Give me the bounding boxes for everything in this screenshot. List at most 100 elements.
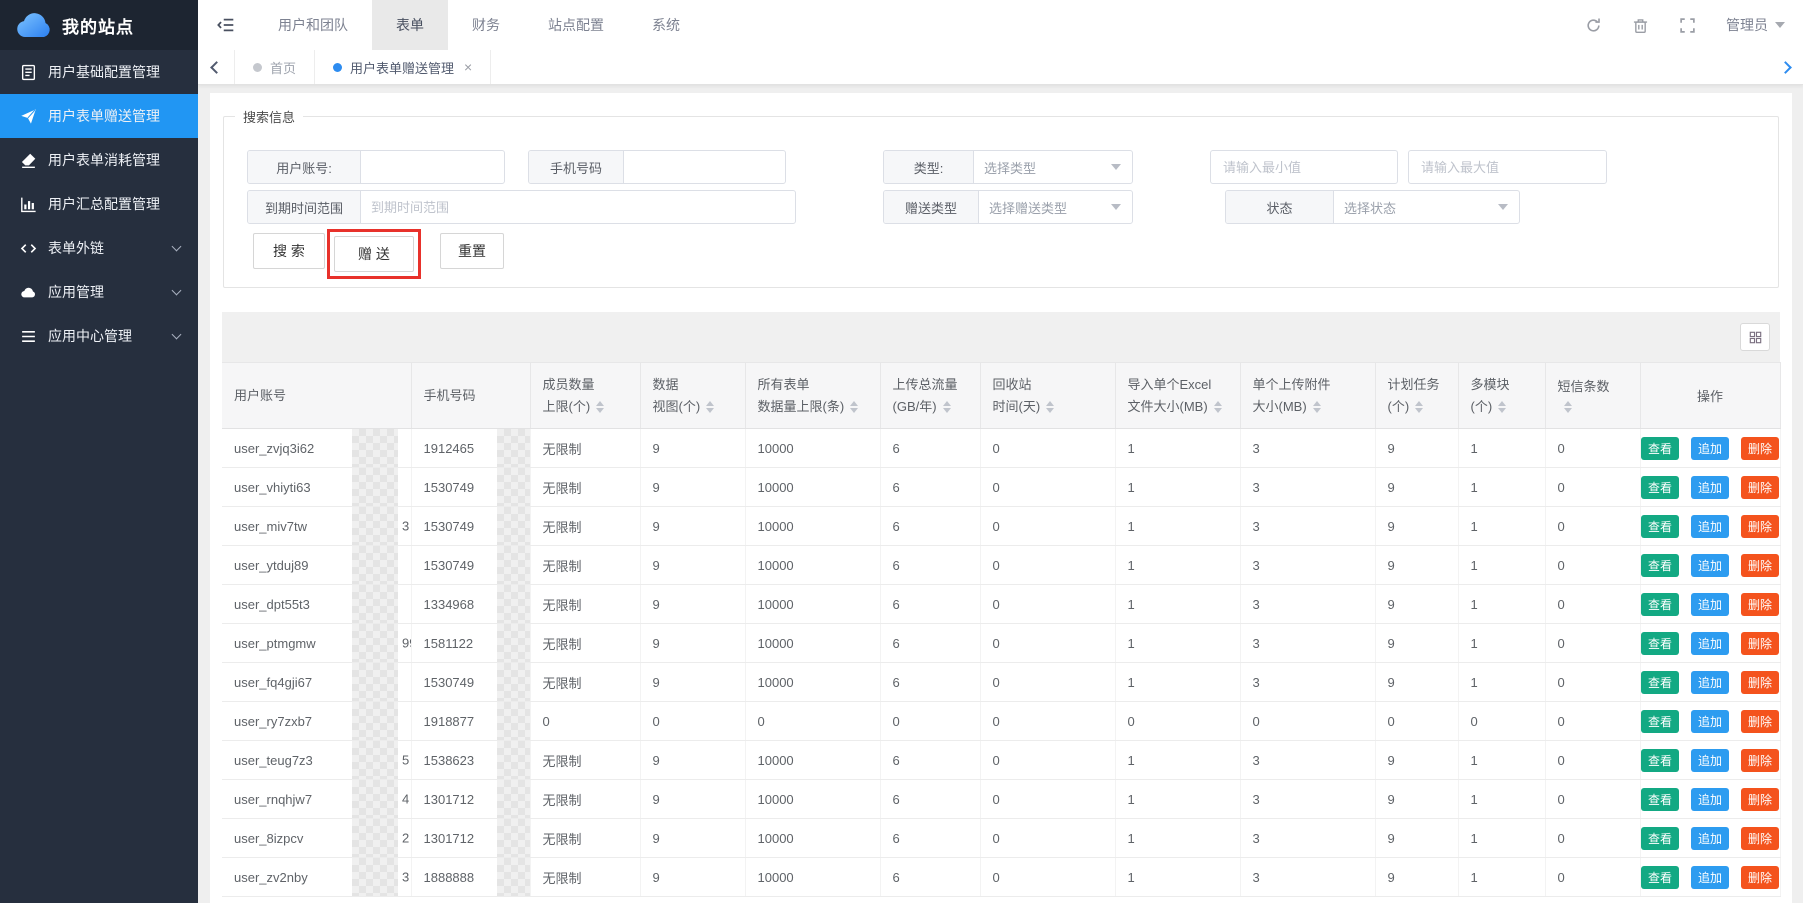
tab-1[interactable]: 用户表单赠送管理× [315,50,491,84]
view-button[interactable]: 查看 [1641,788,1679,811]
append-button[interactable]: 追加 [1691,827,1729,850]
view-button[interactable]: 查看 [1641,593,1679,616]
delete-button[interactable]: 删除 [1741,593,1779,616]
cell-value-7: 9 [1375,663,1458,702]
sidebar-item-3[interactable]: 用户汇总配置管理 [0,182,198,226]
delete-button[interactable]: 删除 [1741,554,1779,577]
delete-button[interactable]: 删除 [1741,866,1779,889]
gift-button[interactable]: 赠 送 [334,236,414,272]
append-button[interactable]: 追加 [1691,437,1729,460]
sort-icon[interactable] [1415,401,1423,413]
account-input[interactable] [361,151,504,183]
trash-icon[interactable] [1632,17,1649,34]
delete-button[interactable]: 删除 [1741,671,1779,694]
sidebar-item-0[interactable]: 用户基础配置管理 [0,50,198,94]
close-icon[interactable]: × [464,59,472,75]
sort-icon[interactable] [706,401,714,413]
column-header-5[interactable]: 上传总流量(GB/年) [880,363,980,429]
view-button[interactable]: 查看 [1641,554,1679,577]
delete-button[interactable]: 删除 [1741,710,1779,733]
append-button[interactable]: 追加 [1691,554,1729,577]
column-header-6[interactable]: 回收站时间(天) [980,363,1115,429]
append-button[interactable]: 追加 [1691,476,1729,499]
column-header-8[interactable]: 单个上传附件大小(MB) [1240,363,1375,429]
view-button[interactable]: 查看 [1641,710,1679,733]
cell-account: user_teug7z35 [222,741,411,780]
type-select[interactable]: 选择类型 [974,151,1111,183]
column-header-9[interactable]: 计划任务(个) [1375,363,1458,429]
view-button[interactable]: 查看 [1641,671,1679,694]
cell-value-9: 0 [1545,819,1640,858]
sort-icon[interactable] [943,401,951,413]
cell-value-6: 3 [1240,546,1375,585]
sidebar-item-1[interactable]: 用户表单赠送管理 [0,94,198,138]
delete-button[interactable]: 删除 [1741,437,1779,460]
phone-input[interactable] [624,151,785,183]
column-header-11[interactable]: 短信条数 [1545,363,1640,429]
column-header-2[interactable]: 成员数量上限(个) [530,363,640,429]
append-button[interactable]: 追加 [1691,866,1729,889]
column-header-10[interactable]: 多模块(个) [1458,363,1545,429]
append-button[interactable]: 追加 [1691,710,1729,733]
reset-button[interactable]: 重置 [440,233,504,269]
user-menu[interactable]: 管理员 [1726,15,1785,35]
view-button[interactable]: 查看 [1641,515,1679,538]
sort-icon[interactable] [1046,401,1054,413]
app-window: 我的站点 用户基础配置管理用户表单赠送管理用户表单消耗管理用户汇总配置管理表单外… [0,0,1803,903]
delete-button[interactable]: 删除 [1741,749,1779,772]
gift-type-select[interactable]: 选择赠送类型 [979,191,1111,223]
sidebar-item-4[interactable]: 表单外链 [0,226,198,270]
collapse-menu-icon[interactable] [198,0,254,50]
topnav-item-4[interactable]: 系统 [628,0,704,50]
view-button[interactable]: 查看 [1641,827,1679,850]
refresh-icon[interactable] [1585,17,1602,34]
min-value-input[interactable] [1210,150,1398,184]
view-button[interactable]: 查看 [1641,749,1679,772]
sort-icon[interactable] [1214,401,1222,413]
cell-value-7: 9 [1375,468,1458,507]
append-button[interactable]: 追加 [1691,593,1729,616]
view-button[interactable]: 查看 [1641,866,1679,889]
sort-icon[interactable] [1498,401,1506,413]
expire-label: 到期时间范围 [248,191,361,223]
sort-icon[interactable] [1564,401,1572,413]
sort-icon[interactable] [596,401,604,413]
max-value-input[interactable] [1408,150,1607,184]
column-header-7[interactable]: 导入单个Excel文件大小(MB) [1115,363,1240,429]
append-button[interactable]: 追加 [1691,788,1729,811]
status-select[interactable]: 选择状态 [1334,191,1498,223]
topnav-item-3[interactable]: 站点配置 [524,0,628,50]
chevron-down-icon [1498,204,1508,210]
tabs-scroll-right-icon[interactable] [1767,50,1803,84]
sidebar-item-6[interactable]: 应用中心管理 [0,314,198,358]
sort-icon[interactable] [850,401,858,413]
column-header-4[interactable]: 所有表单数据量上限(条) [745,363,880,429]
account-label: 用户账号: [248,151,361,183]
column-header-3[interactable]: 数据视图(个) [640,363,745,429]
view-button[interactable]: 查看 [1641,437,1679,460]
view-button[interactable]: 查看 [1641,632,1679,655]
delete-button[interactable]: 删除 [1741,476,1779,499]
delete-button[interactable]: 删除 [1741,515,1779,538]
topnav-item-1[interactable]: 表单 [372,0,448,50]
sidebar-item-2[interactable]: 用户表单消耗管理 [0,138,198,182]
delete-button[interactable]: 删除 [1741,827,1779,850]
expire-range-input[interactable] [361,191,795,223]
sort-icon[interactable] [1313,401,1321,413]
append-button[interactable]: 追加 [1691,671,1729,694]
sidebar-item-5[interactable]: 应用管理 [0,270,198,314]
tabs-scroll-left-icon[interactable] [198,50,234,84]
tab-0[interactable]: 首页 [234,50,315,84]
append-button[interactable]: 追加 [1691,749,1729,772]
topnav-item-0[interactable]: 用户和团队 [254,0,372,50]
cell-value-4: 0 [980,858,1115,897]
view-button[interactable]: 查看 [1641,476,1679,499]
delete-button[interactable]: 删除 [1741,632,1779,655]
append-button[interactable]: 追加 [1691,515,1729,538]
column-settings-button[interactable] [1740,323,1770,351]
delete-button[interactable]: 删除 [1741,788,1779,811]
search-button[interactable]: 搜 索 [253,233,325,269]
append-button[interactable]: 追加 [1691,632,1729,655]
fullscreen-icon[interactable] [1679,17,1696,34]
topnav-item-2[interactable]: 财务 [448,0,524,50]
